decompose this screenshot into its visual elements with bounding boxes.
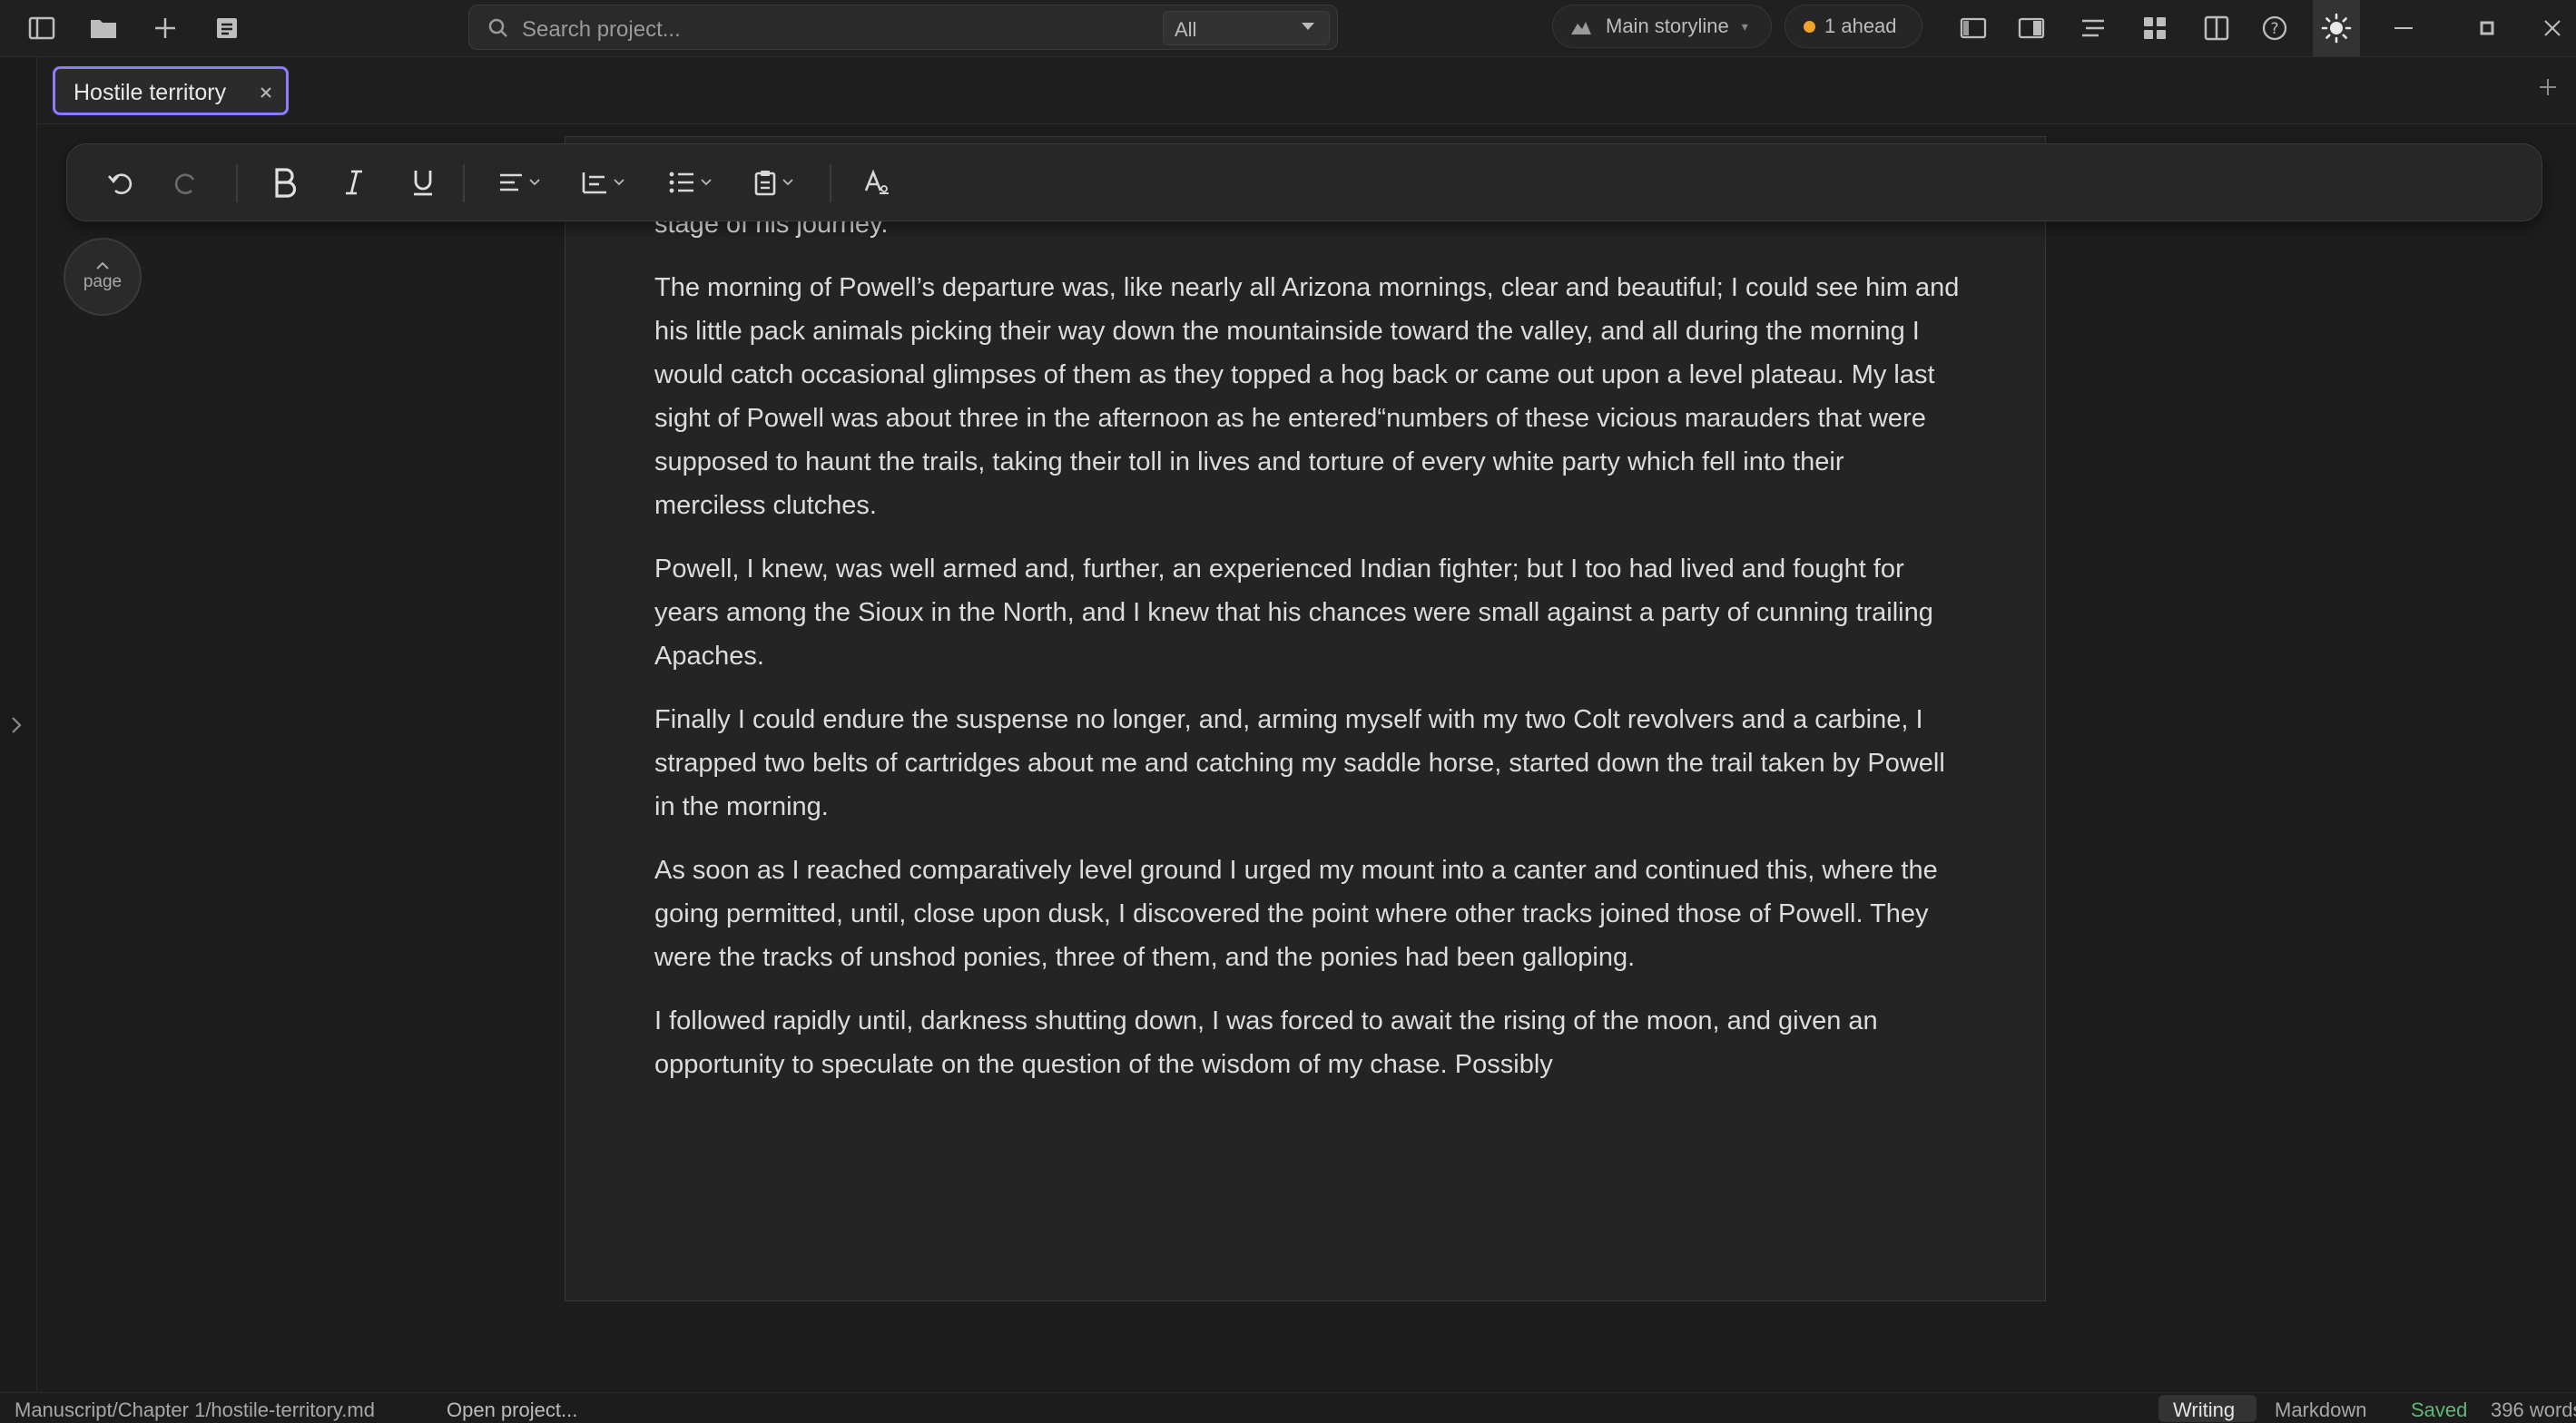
undo-icon[interactable] [100, 162, 140, 202]
file-path: Manuscript/Chapter 1/hostile-territory.m… [15, 1398, 375, 1421]
sync-dot-icon [1804, 20, 1815, 33]
page-up-button[interactable]: page [64, 238, 142, 316]
folder-icon[interactable] [87, 13, 120, 44]
mode-markdown-button[interactable]: Markdown [2275, 1398, 2366, 1422]
search-scope-value: All [1175, 18, 1197, 41]
format-toolbar [66, 143, 2542, 221]
plus-icon[interactable] [149, 13, 182, 44]
tab-label: Hostile territory [74, 80, 227, 105]
align-dropdown[interactable] [490, 162, 548, 202]
align-left-icon [500, 173, 522, 191]
indent-icon [582, 172, 606, 194]
close-icon[interactable] [259, 85, 273, 100]
sidebar-toggle-icon[interactable] [25, 13, 58, 44]
paragraph[interactable]: Powell, I knew, was well armed and, furt… [654, 547, 1961, 678]
search-input[interactable]: Search project... [522, 17, 681, 43]
word-count: 396 words [2491, 1398, 2576, 1421]
chevron-up-icon [96, 261, 109, 270]
underline-icon[interactable] [403, 162, 443, 202]
branch-icon [1571, 22, 1591, 34]
chevron-down-icon [701, 179, 712, 186]
list-dropdown[interactable] [661, 162, 719, 202]
editor-page[interactable]: stage of his journey. The morning of Pow… [565, 136, 2046, 1301]
right-panel-icon[interactable] [2015, 13, 2048, 44]
status-bar: Manuscript/Chapter 1/hostile-territory.m… [0, 1392, 2576, 1423]
grid-icon[interactable] [2138, 13, 2171, 44]
left-panel-icon[interactable] [1957, 13, 1990, 44]
chevron-down-icon [1302, 23, 1314, 30]
minimize-icon[interactable] [2387, 13, 2420, 44]
search-bar[interactable]: Search project... All [468, 5, 1338, 50]
sync-label: 1 ahead [1824, 15, 1897, 37]
title-bar: Search project... All Main storyline ▾ 1… [0, 0, 2576, 57]
tab-bar: Hostile territory [37, 57, 2576, 124]
toolbar-divider [463, 164, 465, 202]
toolbar-divider [236, 164, 238, 202]
bold-icon[interactable] [265, 162, 305, 202]
paragraph[interactable]: As soon as I reached comparatively level… [654, 849, 1961, 979]
branch-selector[interactable]: Main storyline ▾ [1552, 5, 1772, 48]
svg-text:?: ? [2270, 20, 2278, 38]
search-scope-select[interactable]: All [1163, 11, 1330, 45]
clipboard-icon [754, 171, 776, 196]
chevron-down-icon [529, 179, 540, 186]
chevron-down-icon [614, 179, 624, 186]
mode-writing-button[interactable]: Writing [2173, 1398, 2235, 1422]
theme-toggle-sun-icon[interactable] [2313, 0, 2360, 56]
editor-content[interactable]: stage of his journey. The morning of Pow… [654, 210, 1961, 1106]
clipboard-dropdown[interactable] [744, 162, 802, 202]
page-button-label: page [83, 272, 123, 291]
toolbar-divider [830, 164, 831, 202]
close-window-icon[interactable] [2536, 13, 2569, 44]
collapsed-sidebar[interactable] [0, 57, 37, 1391]
chevron-down-icon [782, 179, 793, 186]
save-status: Saved [2411, 1398, 2468, 1421]
tab-hostile-territory[interactable]: Hostile territory [53, 66, 289, 115]
split-view-icon[interactable] [2200, 13, 2233, 44]
italic-icon[interactable] [334, 162, 374, 202]
paragraph[interactable]: The morning of Powell’s departure was, l… [654, 266, 1961, 527]
bullet-list-icon [669, 172, 693, 193]
maximize-icon[interactable] [2471, 13, 2503, 44]
sync-status[interactable]: 1 ahead [1785, 5, 1922, 48]
new-tab-plus-icon[interactable] [2538, 77, 2558, 97]
outline-icon[interactable] [2077, 13, 2109, 44]
chevron-right-icon[interactable] [9, 715, 24, 735]
chevron-down-icon: ▾ [1741, 18, 1748, 34]
paragraph[interactable]: Finally I could endure the suspense no l… [654, 698, 1961, 829]
document-icon[interactable] [211, 13, 243, 44]
paragraph[interactable]: I followed rapidly until, darkness shutt… [654, 999, 1961, 1086]
help-icon[interactable]: ? [2258, 13, 2291, 44]
indent-dropdown[interactable] [572, 162, 634, 202]
open-project-button[interactable]: Open project... [447, 1398, 577, 1422]
search-icon [487, 17, 509, 44]
branch-label: Main storyline [1606, 15, 1729, 37]
redo-icon[interactable] [167, 162, 207, 202]
text-style-icon[interactable] [857, 162, 897, 202]
